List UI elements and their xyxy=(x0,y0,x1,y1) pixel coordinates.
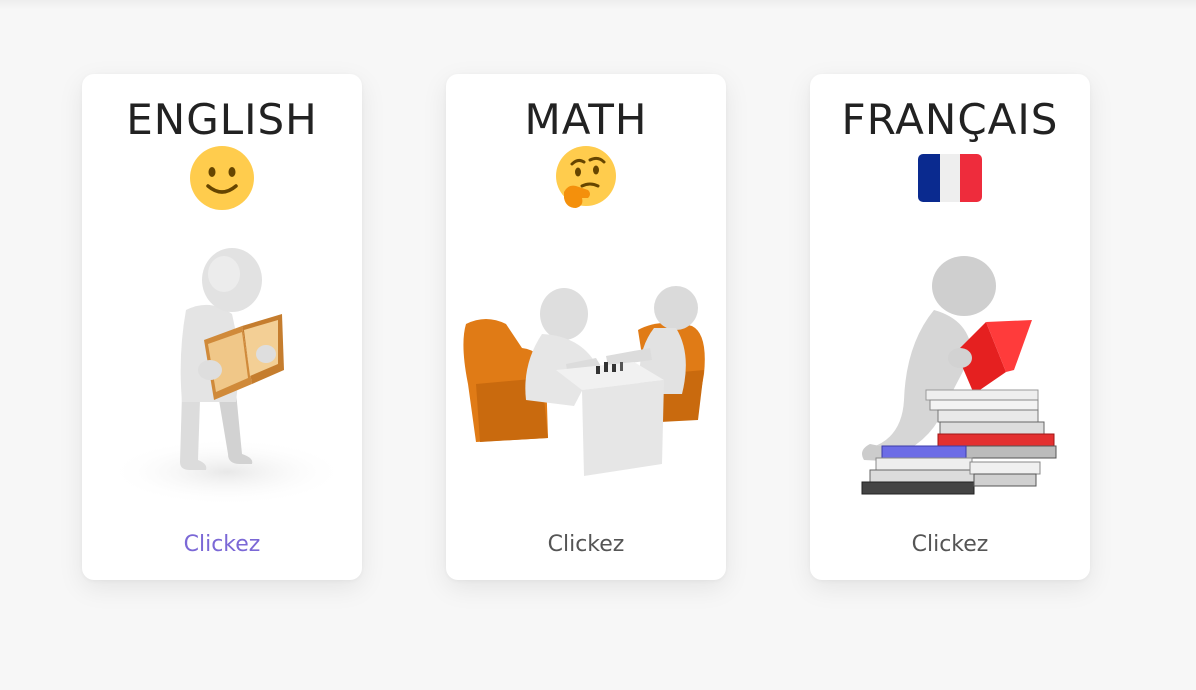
card-title: FRANÇAIS xyxy=(841,95,1059,144)
thinking-face-icon xyxy=(556,146,616,208)
person-with-book-stack-illustration xyxy=(861,256,1057,495)
card-title: ENGLISH xyxy=(126,95,318,144)
top-shadow-bar xyxy=(0,0,1196,10)
person-reading-book-illustration xyxy=(107,248,347,506)
card-title: MATH xyxy=(524,95,648,144)
people-playing-chess-illustration xyxy=(463,286,705,476)
france-flag-icon xyxy=(918,154,982,202)
card-math[interactable]: MATH Clickez xyxy=(446,74,726,580)
card-francais[interactable]: FRANÇAIS Clickez xyxy=(810,74,1090,580)
slightly-smiling-face-icon xyxy=(190,146,254,210)
card-english[interactable]: ENGLISH Clickez xyxy=(82,74,362,580)
clickez-link[interactable]: Clickez xyxy=(446,530,726,560)
clickez-link[interactable]: Clickez xyxy=(82,530,362,560)
clickez-link[interactable]: Clickez xyxy=(810,530,1090,560)
